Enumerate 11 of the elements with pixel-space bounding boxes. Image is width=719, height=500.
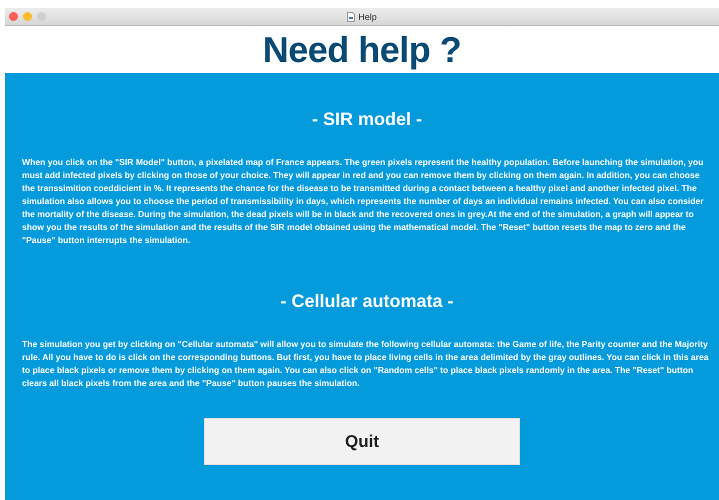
section-title: - SIR model - <box>310 109 423 130</box>
window-title: Help <box>358 12 377 22</box>
section-title: - Cellular automata - <box>279 291 455 312</box>
section-text: The simulation you get by clicking on "Cellular automata" will allow you to simulate the following cellular automata: the Game of life, the Parity counter and the Majority rule. All you have to do is click on the corresponding buttons. But first, you have to place living cells in the area delimited by the gray outlines. You can click in this area to place black pixels or remove them by clicking on them again. You can also click on "Random cells" to place black pixels randomly in the area. The "Reset" button clears all black pixels from the area and the "Pause" button pauses the simulation. <box>22 338 710 390</box>
zoom-icon <box>37 12 46 21</box>
minimize-icon[interactable] <box>23 12 32 21</box>
document-icon <box>347 12 356 22</box>
quit-button[interactable]: Quit <box>204 418 520 465</box>
close-icon[interactable] <box>9 12 18 21</box>
section-text: When you click on the "SIR Model" button, a pixelated map of France appears. The green pixels represent the healthy population. Before launching the simulation, you must add infected pixels by clicking on those of your choice. They will appear in red and you can remove them by clicking on them again. In addition, you can choose the transsimition coeddicient in %. It represents the chance for the disease to be transmitted during a contact between a healthy pixel and another infected pixel. The simulation also allows you to choose the period of transmissibility in days, which represents the number of days an individual remains infected. You can also consider the mortality of the disease. During the simulation, the dead pixels will be in black and the recovered ones in grey.At the end of the simulation, a graph will appear to show you the results of the simulation and the results of the SIR model obtained using the mathematical model. The "Reset" button resets the map to zero and the "Pause" button interrupts the simulation. <box>22 156 705 247</box>
page-heading: Need help ? <box>262 28 462 70</box>
